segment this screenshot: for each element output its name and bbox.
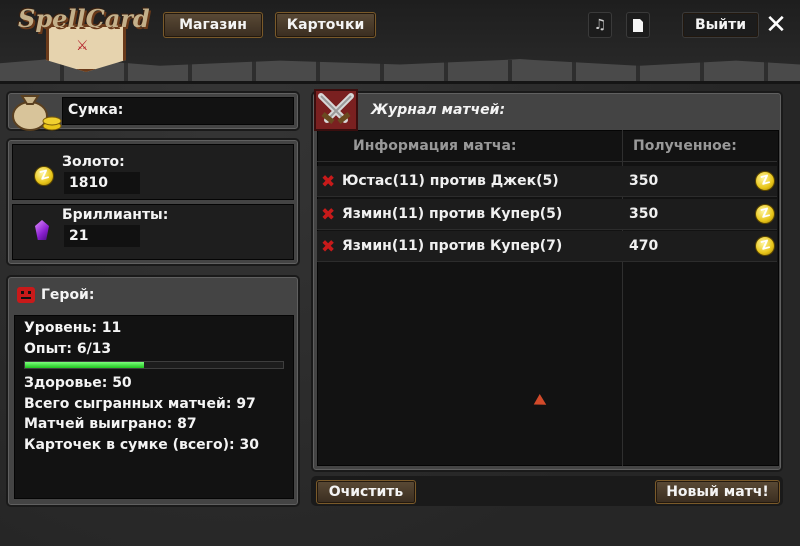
xp-progress-fill <box>25 362 144 368</box>
match-reward: 470 <box>629 238 659 254</box>
table-row[interactable]: ✖ Язмин(11) против Купер(7) 470 <box>317 231 777 262</box>
clear-button[interactable]: Очистить <box>316 480 416 504</box>
crossed-swords-icon <box>314 89 358 131</box>
loss-x-icon: ✖ <box>321 205 336 225</box>
hero-title: Герой: <box>41 287 95 303</box>
gold-coin-icon <box>34 166 54 186</box>
shop-button[interactable]: Магазин <box>163 12 263 38</box>
gems-value: 21 <box>64 225 140 247</box>
gold-coin-icon <box>755 236 775 256</box>
hero-level: Уровень: 11 <box>24 320 122 336</box>
table-row[interactable]: ✖ Язмин(11) против Купер(5) 350 <box>317 199 777 230</box>
cards-button[interactable]: Карточки <box>275 12 376 38</box>
gold-value: 1810 <box>64 172 140 194</box>
hero-xp: Опыт: 6/13 <box>24 341 112 357</box>
exit-button[interactable]: Выйти <box>682 12 759 38</box>
hero-panel <box>6 275 300 507</box>
game-logo: SpellCard ⚔ <box>18 4 153 72</box>
bag-title: Сумка: <box>68 102 124 118</box>
hero-matches-won: Матчей выиграно: 87 <box>24 416 197 432</box>
header-divider <box>317 161 777 162</box>
table-row[interactable]: ✖ Юстас(11) против Джек(5) 350 <box>317 166 777 197</box>
loss-x-icon: ✖ <box>321 237 336 257</box>
gold-coin-icon <box>755 171 775 191</box>
gold-label: Золото: <box>62 154 125 170</box>
gems-label: Бриллианты: <box>62 207 169 223</box>
xp-progress-bar <box>24 361 284 369</box>
match-reward: 350 <box>629 206 659 222</box>
logo-text: SpellCard <box>18 4 150 33</box>
col-header-reward: Полученное: <box>633 138 737 154</box>
col-header-info: Информация матча: <box>353 138 517 154</box>
logo-emblem-icon: ⚔ <box>76 38 89 54</box>
document-button[interactable] <box>626 12 650 38</box>
match-info: Язмин(11) против Купер(5) <box>342 206 563 222</box>
hero-cards-in-bag: Карточек в сумке (всего): 30 <box>24 437 259 453</box>
hero-health: Здоровье: 50 <box>24 375 132 391</box>
match-info: Юстас(11) против Джек(5) <box>342 173 559 189</box>
hero-face-icon <box>17 287 35 303</box>
journal-title: Журнал матчей: <box>371 102 506 118</box>
gold-section <box>12 144 294 200</box>
match-reward: 350 <box>629 173 659 189</box>
gold-coin-icon <box>755 204 775 224</box>
document-icon <box>633 18 643 32</box>
music-toggle-button[interactable]: ♫ <box>588 12 612 38</box>
hero-total-matches: Всего сыгранных матчей: 97 <box>24 396 256 412</box>
loss-x-icon: ✖ <box>321 172 336 192</box>
close-icon[interactable]: ✕ <box>762 10 790 40</box>
match-info: Язмин(11) против Купер(7) <box>342 238 563 254</box>
new-match-button[interactable]: Новый матч! <box>655 480 780 504</box>
music-note-icon: ♫ <box>593 17 607 33</box>
bag-contents-panel <box>6 138 300 266</box>
money-bag-icon <box>12 95 62 131</box>
